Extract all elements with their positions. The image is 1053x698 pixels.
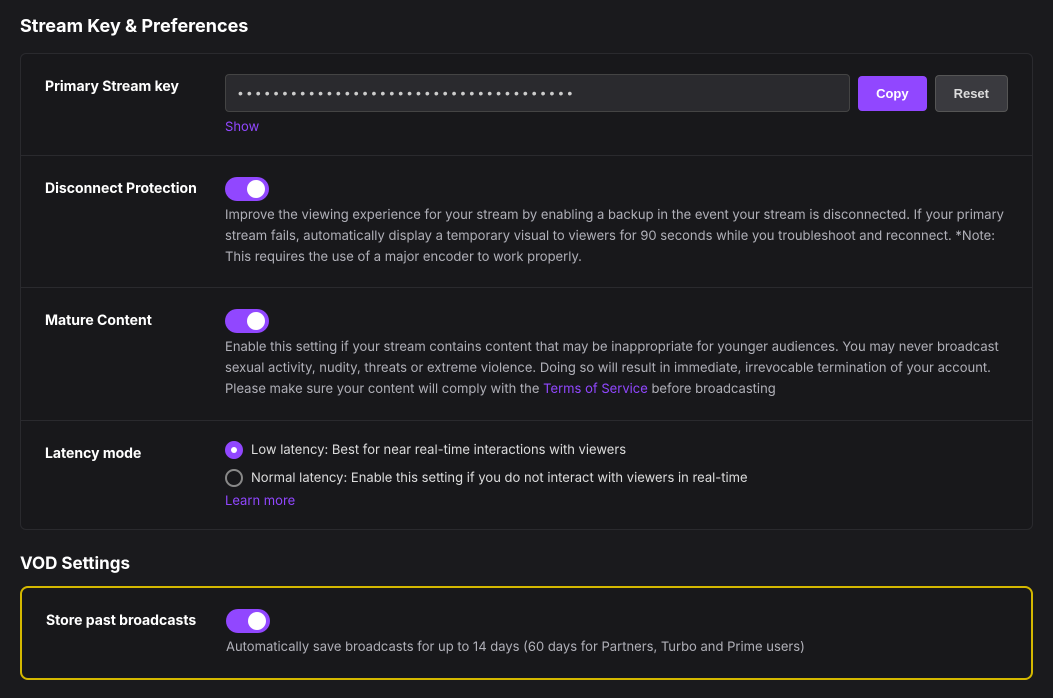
learn-more-link[interactable]: Learn more	[225, 493, 295, 509]
store-broadcasts-row: Store past broadcasts Automatically save…	[22, 588, 1031, 678]
mature-content-description: Enable this setting if your stream conta…	[225, 337, 1008, 399]
mature-desc-after: before broadcasting	[648, 381, 776, 397]
mature-toggle-row	[225, 308, 1008, 333]
stream-key-row: Primary Stream key Copy Reset Show	[21, 54, 1032, 156]
reset-button[interactable]: Reset	[935, 75, 1008, 112]
disconnect-protection-content: Improve the viewing experience for your …	[225, 176, 1008, 267]
latency-low-label: Low latency: Best for near real-time int…	[251, 442, 626, 458]
latency-low-option[interactable]: Low latency: Best for near real-time int…	[225, 441, 1008, 459]
vod-section-title: VOD Settings	[20, 554, 1033, 574]
latency-mode-label: Latency mode	[45, 441, 225, 462]
disconnect-description: Improve the viewing experience for your …	[225, 205, 1008, 267]
store-broadcasts-toggle-row	[226, 608, 1007, 633]
stream-key-input-row: Copy Reset	[225, 74, 1008, 112]
store-broadcasts-description: Automatically save broadcasts for up to …	[226, 637, 1007, 658]
latency-normal-option[interactable]: Normal latency: Enable this setting if y…	[225, 469, 1008, 487]
latency-mode-content: Low latency: Best for near real-time int…	[225, 441, 1008, 509]
stream-key-label: Primary Stream key	[45, 74, 225, 95]
latency-normal-label: Normal latency: Enable this setting if y…	[251, 470, 748, 486]
copy-button[interactable]: Copy	[858, 76, 927, 111]
mature-content-toggle[interactable]	[225, 309, 269, 333]
mature-toggle-slider	[225, 309, 269, 333]
stream-settings-card: Primary Stream key Copy Reset Show Disco…	[20, 53, 1033, 530]
disconnect-protection-row: Disconnect Protection Improve the viewin…	[21, 156, 1032, 288]
latency-normal-radio[interactable]	[225, 469, 243, 487]
stream-key-input[interactable]	[225, 74, 850, 112]
store-broadcasts-label: Store past broadcasts	[46, 608, 226, 629]
disconnect-toggle-row	[225, 176, 1008, 201]
tos-link[interactable]: Terms of Service	[543, 381, 648, 397]
disconnect-protection-label: Disconnect Protection	[45, 176, 225, 197]
disconnect-toggle-slider	[225, 177, 269, 201]
latency-low-radio[interactable]	[225, 441, 243, 459]
vod-settings-card: Store past broadcasts Automatically save…	[20, 586, 1033, 680]
store-broadcasts-content: Automatically save broadcasts for up to …	[226, 608, 1007, 658]
store-broadcasts-slider	[226, 609, 270, 633]
latency-mode-row: Latency mode Low latency: Best for near …	[21, 421, 1032, 529]
mature-content-label: Mature Content	[45, 308, 225, 329]
mature-content-row: Mature Content Enable this setting if yo…	[21, 288, 1032, 420]
disconnect-toggle[interactable]	[225, 177, 269, 201]
stream-key-content: Copy Reset Show	[225, 74, 1008, 135]
mature-content-content: Enable this setting if your stream conta…	[225, 308, 1008, 399]
latency-radio-group: Low latency: Best for near real-time int…	[225, 441, 1008, 487]
show-link[interactable]: Show	[225, 119, 259, 135]
page-title: Stream Key & Preferences	[20, 16, 1033, 37]
store-broadcasts-toggle[interactable]	[226, 609, 270, 633]
